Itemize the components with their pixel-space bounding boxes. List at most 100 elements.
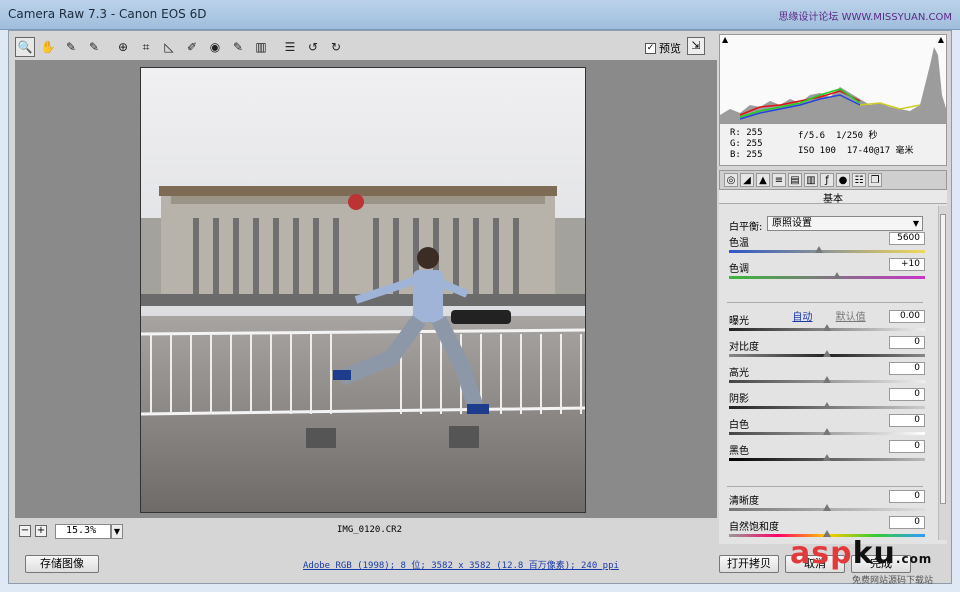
asp-watermark-text: asp (790, 536, 853, 571)
slider-knob[interactable] (823, 454, 831, 461)
slider-row: 黑色 0 (727, 440, 925, 466)
zoom-in-button[interactable]: + (35, 525, 47, 537)
hand-icon[interactable]: ✋ (38, 37, 58, 57)
slider-value-field[interactable]: 0 (889, 414, 925, 427)
scrollbar-thumb[interactable] (940, 214, 946, 504)
slider-value-field[interactable]: 0 (889, 490, 925, 503)
white-balance-select[interactable]: 原照设置 ▼ (767, 216, 923, 231)
asp-watermark: aspku.com (790, 536, 932, 571)
white-balance-label: 白平衡: (729, 222, 763, 233)
fullscreen-icon[interactable]: ⇲ (687, 37, 705, 55)
snapshots-tab-icon[interactable]: ❐ (868, 173, 882, 187)
slider-knob[interactable] (815, 246, 824, 253)
asp-watermark-com: .com (895, 552, 933, 566)
readout-g: G: 255 (730, 139, 763, 149)
basic-tab-icon[interactable]: ◎ (724, 173, 738, 187)
effects-tab-icon[interactable]: ƒ (820, 173, 834, 187)
white-balance: 白平衡: 原照设置 ▼ (727, 216, 925, 233)
zoom-level-field[interactable]: 15.3% (55, 523, 111, 539)
toolbar: 🔍 ✋ ✎ ✎ ⊕ ⌗ ◺ ✐ ◉ ✎ ▥ ☰ ↺ ↻ (15, 36, 719, 58)
divider (727, 486, 923, 487)
camera-calibration-tab-icon[interactable]: ● (836, 173, 850, 187)
crop-icon[interactable]: ⌗ (136, 37, 156, 57)
graduated-filter-icon[interactable]: ▥ (251, 37, 271, 57)
tone-curve-tab-icon[interactable]: ◢ (740, 173, 754, 187)
slider-knob[interactable] (823, 324, 831, 331)
iso: ISO 100 (798, 146, 836, 156)
basic-panel: 白平衡: 原照设置 ▼ 色温 5600 色调 +10 曝光 0.00 对比度 0 高光 0 阴影 0 白… (719, 204, 947, 544)
slider-row: 色温 5600 (727, 232, 925, 258)
spot-removal-icon[interactable]: ✐ (182, 37, 202, 57)
white-balance-icon[interactable]: ✎ (61, 37, 81, 57)
slider-label: 阴影 (729, 394, 749, 405)
slider-label: 色调 (729, 264, 749, 275)
split-toning-tab-icon[interactable]: ▤ (788, 173, 802, 187)
auto-link[interactable]: 自动 (792, 312, 812, 323)
right-panel: ▲ ▲ R: 255 G: 255 B: 255 f/5.6 1/250 秒 I… (719, 34, 947, 544)
slider-row: 白色 0 (727, 414, 925, 440)
presets-tab-icon[interactable]: ☷ (852, 173, 866, 187)
adjustment-brush-icon[interactable]: ✎ (228, 37, 248, 57)
slider-value-field[interactable]: 0 (889, 440, 925, 453)
white-balance-value: 原照设置 (772, 218, 812, 229)
image-canvas[interactable] (15, 60, 717, 518)
zoom-icon[interactable]: 🔍 (15, 37, 35, 57)
open-copy-button[interactable]: 打开拷贝 (719, 555, 779, 573)
target-adjust-icon[interactable]: ⊕ (113, 37, 133, 57)
slider-row: 清晰度 0 (727, 490, 925, 516)
red-eye-icon[interactable]: ◉ (205, 37, 225, 57)
lens-tab-icon[interactable]: ▥ (804, 173, 818, 187)
detail-tab-icon[interactable]: ▲ (756, 173, 770, 187)
preview-checkbox[interactable]: ✓ (645, 42, 656, 54)
shutter: 1/250 秒 (835, 131, 878, 141)
zoom-out-button[interactable]: − (19, 525, 31, 537)
slider-label: 自然饱和度 (729, 522, 779, 533)
slider-knob[interactable] (823, 428, 831, 435)
rotate-right-icon[interactable]: ↻ (326, 37, 346, 57)
hsl-tab-icon[interactable]: ≡ (772, 173, 786, 187)
histogram-graph (720, 47, 946, 123)
slider-track[interactable] (729, 276, 925, 279)
slider-track[interactable] (729, 250, 925, 253)
slider-knob[interactable] (823, 402, 831, 409)
file-name: IMG_0120.CR2 (337, 525, 403, 535)
slider-value-field[interactable]: 0 (889, 336, 925, 349)
default-link[interactable]: 默认值 (836, 312, 866, 323)
zoom-dropdown-icon[interactable]: ▼ (111, 523, 123, 539)
slider-value-field[interactable]: 0 (889, 362, 925, 375)
slider-knob[interactable] (823, 376, 831, 383)
slider-knob[interactable] (823, 350, 831, 357)
lens: 17-40@17 毫米 (846, 146, 914, 156)
readout-r: R: 255 (730, 128, 763, 138)
slider-label: 清晰度 (729, 496, 759, 507)
slider-knob[interactable] (832, 272, 841, 279)
auto-default-row: 自动 默认值 (719, 308, 939, 323)
shadow-clip-icon[interactable]: ▲ (722, 35, 728, 44)
slider-row: 对比度 0 (727, 336, 925, 362)
slider-row: 色调 +10 (727, 258, 925, 284)
panel-title: 基本 (719, 190, 947, 205)
workflow-options-link[interactable]: Adobe RGB (1998); 8 位; 3582 x 3582 (12.8… (303, 558, 619, 571)
color-sampler-icon[interactable]: ✎ (84, 37, 104, 57)
aperture: f/5.6 (798, 131, 826, 141)
preview-label: 预览 (659, 42, 681, 55)
slider-knob[interactable] (823, 504, 831, 511)
slider-value-field[interactable]: 0 (889, 516, 925, 529)
slider-value-field[interactable]: 0 (889, 388, 925, 401)
panel-tabs: ◎ ◢ ▲ ≡ ▤ ▥ ƒ ● ☷ ❐ (719, 170, 947, 190)
slider-label: 黑色 (729, 446, 749, 457)
status-bar: − + 15.3% ▼ IMG_0120.CR2 (15, 521, 717, 541)
save-image-button[interactable]: 存储图像 (25, 555, 99, 573)
slider-value-field[interactable]: +10 (889, 258, 925, 271)
camera-raw-window: 🔍 ✋ ✎ ✎ ⊕ ⌗ ◺ ✐ ◉ ✎ ▥ ☰ ↺ ↻ ✓ 预览 ⇲ − + 1… (8, 30, 952, 584)
slider-value-field[interactable]: 5600 (889, 232, 925, 245)
slider-row: 高光 0 (727, 362, 925, 388)
chevron-down-icon: ▼ (912, 219, 919, 228)
straighten-icon[interactable]: ◺ (159, 37, 179, 57)
preview-toggle[interactable]: ✓ 预览 (645, 40, 681, 56)
preferences-icon[interactable]: ☰ (280, 37, 300, 57)
highlight-clip-icon[interactable]: ▲ (938, 35, 944, 44)
panel-scrollbar[interactable] (938, 206, 947, 540)
rotate-left-icon[interactable]: ↺ (303, 37, 323, 57)
slider-label: 对比度 (729, 342, 759, 353)
